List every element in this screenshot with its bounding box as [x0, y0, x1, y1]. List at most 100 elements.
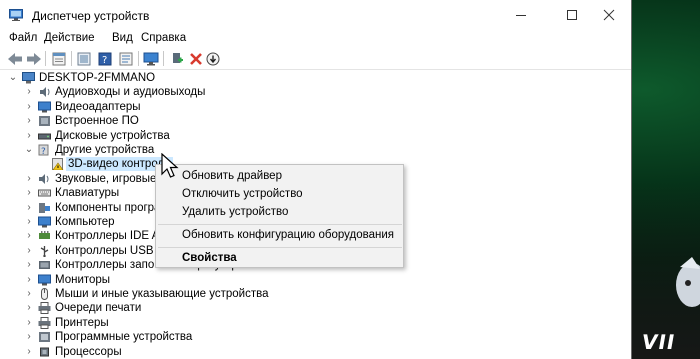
scan-hardware-button[interactable] — [117, 50, 135, 67]
tree-item-monitors[interactable]: › Мониторы — [0, 273, 631, 287]
expand-chevron-icon[interactable]: › — [24, 259, 34, 271]
menu-view[interactable]: Вид — [112, 32, 133, 44]
collapse-chevron-icon[interactable]: ⌄ — [24, 144, 34, 156]
software-components-icon — [39, 202, 50, 213]
add-driver-button[interactable] — [168, 50, 186, 67]
expand-chevron-icon[interactable]: › — [24, 101, 34, 113]
tree-item-mice[interactable]: › Мыши и иные указывающие устройства — [0, 287, 631, 301]
update-driver-button[interactable] — [75, 50, 93, 67]
monitor-icon — [143, 52, 159, 65]
menu-separator — [158, 247, 402, 248]
tree-item-label: Принтеры — [55, 316, 109, 329]
menu-action[interactable]: Действие — [44, 32, 95, 44]
expand-chevron-icon[interactable]: › — [24, 202, 34, 214]
mouse-pointer-icon — [161, 153, 179, 178]
tree-item-display-adapters[interactable]: › Видеоадаптеры — [0, 100, 631, 114]
expand-chevron-icon[interactable]: › — [24, 288, 34, 300]
decorative-character-icon — [676, 257, 700, 307]
minimize-icon — [516, 15, 526, 16]
properties-icon — [52, 52, 66, 65]
toolbar-separator — [163, 51, 164, 66]
tree-root[interactable]: ⌄ DESKTOP-2FMMANO — [0, 71, 631, 85]
tree-item-audio[interactable]: › Аудиовходы и аудиовыходы — [0, 85, 631, 99]
expand-chevron-icon[interactable]: › — [24, 115, 34, 127]
device-manager-window: Диспетчер устройств Файл Действие Вид Сп… — [0, 0, 632, 359]
toolbar-separator — [138, 51, 139, 66]
expand-chevron-icon[interactable]: › — [24, 302, 34, 314]
menu-bar: Файл Действие Вид Справка — [0, 30, 631, 48]
tree-item-other-devices[interactable]: ⌄ ? Другие устройства — [0, 143, 631, 157]
help-button[interactable]: ? — [96, 50, 114, 67]
tree-root-label: DESKTOP-2FMMANO — [39, 72, 156, 84]
menu-item-scan-hardware[interactable]: Обновить конфигурацию оборудования — [182, 229, 394, 241]
printer-icon — [38, 316, 51, 329]
tree-item-label: Очереди печати — [55, 302, 142, 315]
title-bar: Диспетчер устройств — [0, 0, 631, 30]
minimize-button[interactable] — [498, 0, 544, 30]
tree-item-label: Аудиовходы и аудиовыходы — [55, 86, 206, 99]
usb-controller-icon — [40, 245, 49, 257]
tree-item-printers[interactable]: › Принтеры — [0, 316, 631, 330]
tree-item-label: Компьютер — [55, 216, 115, 228]
storage-controller-icon — [39, 261, 50, 270]
menu-item-uninstall-device[interactable]: Удалить устройство — [182, 206, 288, 218]
tree-item-software-devices[interactable]: › Программные устройства — [0, 330, 631, 344]
tree-item-print-queues[interactable]: › Очереди печати — [0, 301, 631, 315]
uninstall-button[interactable] — [187, 50, 205, 67]
expand-chevron-icon[interactable]: › — [24, 230, 34, 242]
menu-file[interactable]: Файл — [9, 32, 37, 44]
mouse-icon — [41, 288, 48, 300]
unknown-device-warning-icon — [52, 158, 64, 171]
svg-text:?: ? — [41, 147, 46, 156]
toolbar-separator — [71, 51, 72, 66]
expand-chevron-icon[interactable]: › — [24, 130, 34, 142]
uninstall-red-x-icon — [190, 52, 202, 65]
print-queue-icon — [38, 302, 51, 315]
monitor-icon — [38, 274, 51, 286]
context-menu: Обновить драйвер Отключить устройство Уд… — [155, 164, 404, 268]
back-arrow-icon — [8, 52, 22, 65]
tree-item-processors[interactable]: › Процессоры — [0, 345, 631, 359]
add-device-icon — [173, 52, 183, 63]
update-driver-icon — [77, 52, 91, 65]
close-icon — [603, 9, 615, 21]
expand-chevron-icon[interactable]: › — [24, 245, 34, 257]
close-button[interactable] — [586, 0, 631, 30]
expand-chevron-icon[interactable]: › — [24, 173, 34, 185]
software-device-icon — [39, 332, 50, 343]
expand-chevron-icon[interactable]: › — [24, 86, 34, 98]
tree-item-label: Процессоры — [55, 345, 122, 358]
tree-item-disk-drives[interactable]: › Дисковые устройства — [0, 129, 631, 143]
other-devices-icon: ? — [38, 144, 49, 156]
expand-chevron-icon[interactable]: › — [24, 331, 34, 343]
properties-button[interactable] — [50, 50, 68, 67]
ide-controller-icon — [39, 231, 50, 240]
menu-item-properties[interactable]: Свойства — [182, 252, 237, 264]
forward-arrow-icon — [27, 52, 41, 65]
menu-separator — [158, 224, 402, 225]
disable-device-button[interactable] — [204, 50, 222, 67]
expand-chevron-icon[interactable]: › — [24, 216, 34, 228]
monitor-view-button[interactable] — [142, 50, 160, 67]
collapse-chevron-icon[interactable]: ⌄ — [8, 72, 18, 84]
processor-icon — [40, 347, 49, 357]
back-button[interactable] — [6, 50, 24, 67]
disable-device-down-icon — [206, 52, 220, 65]
menu-item-disable-device[interactable]: Отключить устройство — [182, 188, 303, 200]
expand-chevron-icon[interactable]: › — [24, 274, 34, 286]
tree-item-label: Мониторы — [55, 273, 111, 286]
expand-chevron-icon[interactable]: › — [24, 317, 34, 329]
scan-hardware-icon — [119, 52, 133, 65]
computer-root-icon — [22, 72, 35, 84]
forward-button[interactable] — [25, 50, 43, 67]
tree-item-firmware[interactable]: › Встроенное ПО — [0, 114, 631, 128]
disk-drive-icon — [38, 133, 51, 140]
expand-chevron-icon[interactable]: › — [24, 187, 34, 199]
keyboard-icon — [38, 189, 51, 197]
expand-chevron-icon[interactable]: › — [24, 346, 34, 358]
tree-item-label: Клавиатуры — [55, 187, 120, 200]
svg-text:?: ? — [102, 55, 107, 66]
menu-item-update-driver[interactable]: Обновить драйвер — [182, 170, 282, 182]
tree-item-label: Мыши и иные указывающие устройства — [55, 288, 269, 300]
menu-help[interactable]: Справка — [141, 32, 186, 44]
